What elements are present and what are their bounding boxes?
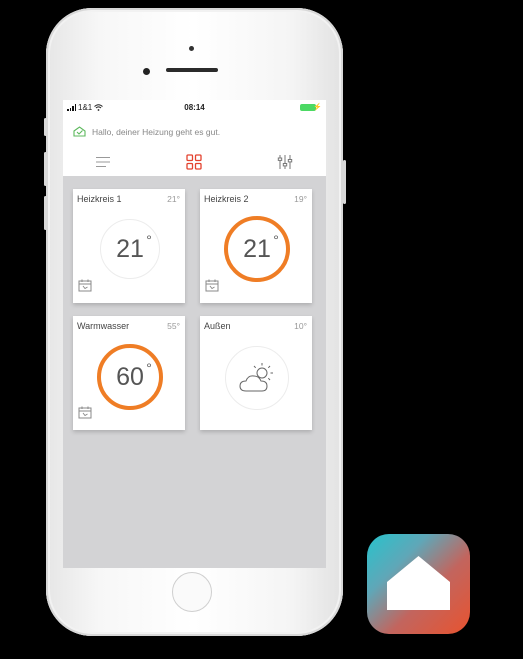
grid-icon[interactable]	[183, 152, 205, 172]
temperature-dial[interactable]: 21 °	[224, 216, 290, 282]
proximity-sensor	[189, 46, 194, 51]
tile-title: Warmwasser	[77, 321, 130, 331]
calendar-clock-icon[interactable]	[78, 279, 92, 297]
setpoint-value: 21	[116, 234, 144, 263]
charging-icon: ⚡	[313, 104, 322, 111]
tile-current-value: 21°	[167, 194, 180, 204]
earpiece-speaker	[166, 68, 218, 72]
status-bar: 1&1 08:14 ⚡	[63, 100, 326, 116]
tile-title: Heizkreis 2	[204, 194, 249, 204]
temperature-dial[interactable]: 21 °	[100, 219, 160, 279]
volume-down-button	[44, 196, 47, 230]
home-icon	[387, 556, 450, 610]
tile-current-value: 10°	[294, 321, 307, 331]
tile-warmwasser[interactable]: Warmwasser 55° 60 °	[73, 316, 185, 430]
status-message: Hallo, deiner Heizung geht es gut.	[73, 126, 220, 137]
tile-title: Außen	[204, 321, 231, 331]
calendar-clock-icon[interactable]	[205, 279, 219, 297]
power-button	[343, 160, 346, 204]
setpoint-value: 21	[243, 234, 271, 263]
partly-cloudy-icon	[239, 363, 273, 392]
app-screen: 1&1 08:14 ⚡ Hallo, deiner Heizung geht e…	[63, 100, 326, 568]
weather-dial	[225, 346, 289, 410]
clock: 08:14	[184, 103, 205, 112]
app-header: Hallo, deiner Heizung geht es gut.	[63, 116, 326, 176]
tile-title: Heizkreis 1	[77, 194, 122, 204]
tile-heizkreis-1[interactable]: Heizkreis 1 21° 21 °	[73, 189, 185, 303]
mute-switch	[44, 118, 47, 136]
volume-up-button	[44, 152, 47, 186]
home-button[interactable]	[172, 572, 212, 612]
front-camera	[143, 68, 150, 75]
temperature-dial[interactable]: 60 °	[97, 344, 163, 410]
tile-heizkreis-2[interactable]: Heizkreis 2 19° 21 °	[200, 189, 312, 303]
app-icon[interactable]	[367, 534, 470, 634]
tile-aussen[interactable]: Außen 10°	[200, 316, 312, 430]
sliders-icon[interactable]	[274, 152, 296, 172]
menu-icon[interactable]	[92, 152, 114, 172]
calendar-clock-icon[interactable]	[78, 406, 92, 424]
nav-bar	[63, 148, 326, 176]
house-check-icon	[73, 126, 86, 137]
greeting-text: Hallo, deiner Heizung geht es gut.	[92, 126, 221, 137]
setpoint-value: 60	[116, 362, 144, 391]
tile-current-value: 55°	[167, 321, 180, 331]
tile-current-value: 19°	[294, 194, 307, 204]
